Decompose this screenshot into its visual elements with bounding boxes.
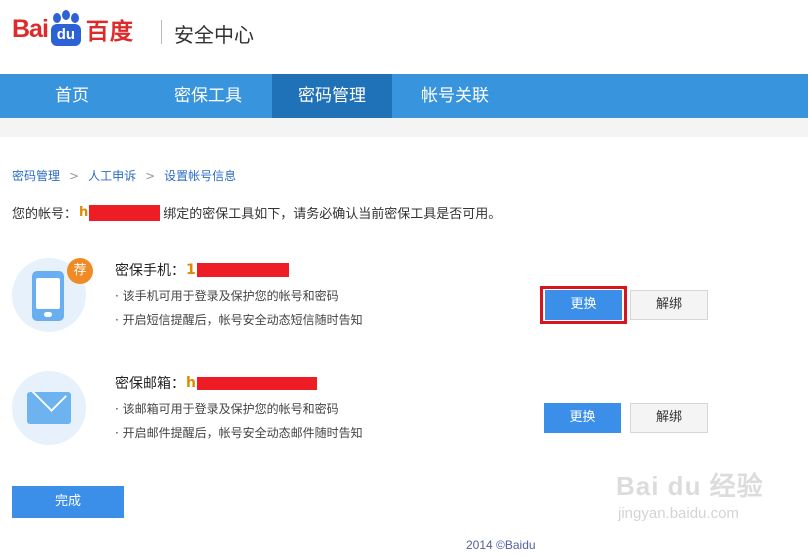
chevron-right-icon: > bbox=[69, 168, 80, 183]
breadcrumb: 密码管理 > 人工申诉 > 设置帐号信息 bbox=[12, 167, 236, 184]
nav-account-linking[interactable]: 帐号关联 bbox=[392, 74, 518, 118]
breadcrumb-manual-appeal[interactable]: 人工申诉 bbox=[88, 167, 136, 184]
watermark-url: jingyan.baidu.com bbox=[618, 505, 739, 522]
phone-row-title: 密保手机： 1 bbox=[115, 260, 289, 280]
redacted-account bbox=[89, 204, 161, 221]
watermark: Bai du 经验 jingyan.baidu.com bbox=[616, 466, 764, 522]
account-suffix: 绑定的密保工具如下，请务必确认当前密保工具是否可用。 bbox=[163, 207, 502, 222]
nav-shadow-band bbox=[0, 118, 808, 137]
unbind-phone-button[interactable]: 解绑 bbox=[630, 290, 708, 320]
phone-title-label: 密保手机： bbox=[115, 263, 185, 279]
footer-copyright: 2014 ©Baidu bbox=[466, 538, 536, 552]
email-desc-2: · 开启邮件提醒后，帐号安全动态邮件随时告知 bbox=[115, 426, 363, 440]
watermark-logo: Bai du 经验 bbox=[616, 471, 764, 501]
redacted-email bbox=[196, 376, 317, 390]
envelope-icon bbox=[27, 392, 71, 424]
email-visible-char: h bbox=[186, 375, 196, 391]
change-email-button[interactable]: 更换 bbox=[544, 403, 621, 433]
phone-visible-char: 1 bbox=[186, 262, 196, 278]
baidu-logo[interactable]: Bai du 百度 bbox=[12, 10, 134, 46]
nav-password-management[interactable]: 密码管理 bbox=[272, 74, 392, 118]
logo-text-du: du bbox=[50, 24, 81, 46]
email-desc-1: · 该邮箱可用于登录及保护您的帐号和密码 bbox=[115, 402, 339, 416]
email-title-label: 密保邮箱： bbox=[115, 376, 185, 392]
phone-desc-2: · 开启短信提醒后，帐号安全动态短信随时告知 bbox=[115, 313, 363, 327]
phone-icon bbox=[32, 271, 64, 321]
nav-security-tools[interactable]: 密保工具 bbox=[144, 74, 272, 118]
phone-desc-1: · 该手机可用于登录及保护您的帐号和密码 bbox=[115, 289, 339, 303]
recommended-badge: 荐 bbox=[67, 258, 93, 284]
account-info-line: 您的帐号： h 绑定的密保工具如下，请务必确认当前密保工具是否可用。 bbox=[12, 203, 501, 222]
change-phone-button[interactable]: 更换 bbox=[545, 290, 622, 320]
paw-icon: du bbox=[49, 10, 83, 46]
main-nav: 首页 密保工具 密码管理 帐号关联 bbox=[0, 74, 808, 118]
account-prefix: 您的帐号： bbox=[12, 207, 78, 222]
nav-home[interactable]: 首页 bbox=[0, 74, 144, 118]
email-row-title: 密保邮箱： h bbox=[115, 373, 317, 393]
done-button[interactable]: 完成 bbox=[12, 486, 124, 518]
unbind-email-button[interactable]: 解绑 bbox=[630, 403, 708, 433]
page-title: 安全中心 bbox=[174, 23, 254, 47]
logo-text-cn: 百度 bbox=[85, 19, 134, 45]
header: Bai du 百度 安全中心 bbox=[0, 0, 808, 74]
mail-icon-circle bbox=[12, 371, 86, 445]
breadcrumb-password-management[interactable]: 密码管理 bbox=[12, 167, 60, 184]
header-divider bbox=[161, 20, 162, 44]
account-visible-char: h bbox=[79, 205, 89, 220]
redacted-phone bbox=[196, 263, 289, 277]
breadcrumb-set-account-info[interactable]: 设置帐号信息 bbox=[164, 167, 236, 184]
chevron-right-icon: > bbox=[145, 168, 156, 183]
logo-text-bai: Bai bbox=[12, 14, 49, 43]
phone-icon-circle: 荐 bbox=[12, 258, 93, 332]
